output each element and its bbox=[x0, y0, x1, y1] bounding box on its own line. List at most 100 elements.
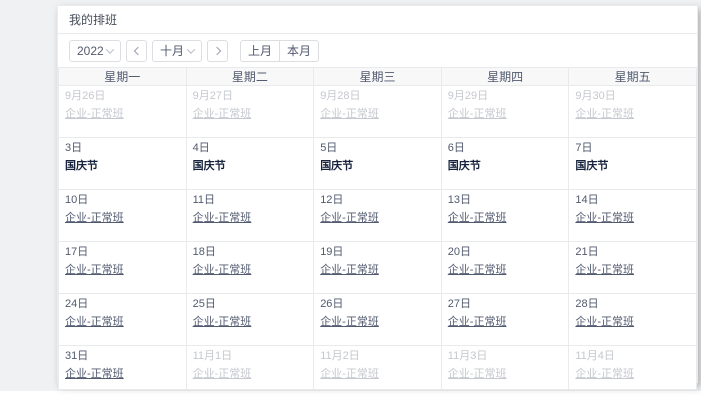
shift-link[interactable]: 企业-正常班 bbox=[575, 107, 634, 122]
calendar-day-cell[interactable]: 18日企业-正常班 bbox=[186, 242, 314, 294]
shift-link[interactable]: 企业-正常班 bbox=[193, 315, 252, 330]
day-label: 6日 bbox=[448, 141, 565, 156]
calendar-day-cell[interactable]: 3日国庆节 bbox=[59, 138, 187, 190]
day-label: 11月4日 bbox=[575, 349, 692, 364]
calendar-toolbar: 2022 十月 上月 本月 bbox=[58, 34, 697, 67]
next-month-arrow-button[interactable] bbox=[207, 40, 228, 62]
calendar-day-cell[interactable]: 4日国庆节 bbox=[186, 138, 314, 190]
shift-link[interactable]: 企业-正常班 bbox=[448, 211, 507, 226]
shift-link[interactable]: 企业-正常班 bbox=[448, 367, 507, 382]
calendar-day-cell[interactable]: 28日企业-正常班 bbox=[569, 294, 697, 346]
calendar-day-cell[interactable]: 7日国庆节 bbox=[569, 138, 697, 190]
day-label: 24日 bbox=[65, 297, 182, 312]
calendar-day-cell[interactable]: 9月28日企业-正常班 bbox=[314, 86, 442, 138]
calendar-day-cell[interactable]: 9月30日企业-正常班 bbox=[569, 86, 697, 138]
shift-link[interactable]: 企业-正常班 bbox=[575, 263, 634, 278]
day-label: 3日 bbox=[65, 141, 182, 156]
weekday-header: 星期四 bbox=[441, 68, 569, 86]
shift-link[interactable]: 企业-正常班 bbox=[65, 107, 124, 122]
prev-month-arrow-button[interactable] bbox=[126, 40, 147, 62]
chevron-down-icon bbox=[187, 45, 195, 53]
day-label: 11月2日 bbox=[320, 349, 437, 364]
shift-link[interactable]: 企业-正常班 bbox=[320, 107, 379, 122]
calendar-day-cell[interactable]: 27日企业-正常班 bbox=[441, 294, 569, 346]
holiday-label: 国庆节 bbox=[65, 159, 98, 174]
holiday-label: 国庆节 bbox=[193, 159, 226, 174]
chevron-down-icon bbox=[106, 45, 114, 53]
shift-link[interactable]: 企业-正常班 bbox=[448, 107, 507, 122]
calendar-day-cell[interactable]: 9月27日企业-正常班 bbox=[186, 86, 314, 138]
calendar-table: 星期一星期二星期三星期四星期五 9月26日企业-正常班9月27日企业-正常班9月… bbox=[58, 67, 697, 390]
calendar-day-cell[interactable]: 11月1日企业-正常班 bbox=[186, 346, 314, 390]
day-label: 10日 bbox=[65, 193, 182, 208]
day-label: 20日 bbox=[448, 245, 565, 260]
shift-link[interactable]: 企业-正常班 bbox=[575, 211, 634, 226]
day-label: 11日 bbox=[193, 193, 310, 208]
calendar-day-cell[interactable]: 10日企业-正常班 bbox=[59, 190, 187, 242]
day-label: 9月27日 bbox=[193, 89, 310, 104]
day-label: 26日 bbox=[320, 297, 437, 312]
calendar-day-cell[interactable]: 14日企业-正常班 bbox=[569, 190, 697, 242]
calendar-day-cell[interactable]: 6日国庆节 bbox=[441, 138, 569, 190]
shift-link[interactable]: 企业-正常班 bbox=[320, 211, 379, 226]
calendar-container: 星期一星期二星期三星期四星期五 9月26日企业-正常班9月27日企业-正常班9月… bbox=[58, 67, 697, 390]
calendar-day-cell[interactable]: 25日企业-正常班 bbox=[186, 294, 314, 346]
calendar-week-row: 9月26日企业-正常班9月27日企业-正常班9月28日企业-正常班9月29日企业… bbox=[59, 86, 697, 138]
weekday-header: 星期五 bbox=[569, 68, 697, 86]
calendar-day-cell[interactable]: 11月2日企业-正常班 bbox=[314, 346, 442, 390]
panel-header: 我的排班 bbox=[58, 6, 697, 34]
shift-link[interactable]: 企业-正常班 bbox=[575, 367, 634, 382]
calendar-day-cell[interactable]: 11月4日企业-正常班 bbox=[569, 346, 697, 390]
chevron-left-icon bbox=[133, 46, 141, 54]
calendar-day-cell[interactable]: 20日企业-正常班 bbox=[441, 242, 569, 294]
shift-link[interactable]: 企业-正常班 bbox=[65, 263, 124, 278]
calendar-day-cell[interactable]: 5日国庆节 bbox=[314, 138, 442, 190]
day-label: 31日 bbox=[65, 349, 182, 364]
day-label: 9月29日 bbox=[448, 89, 565, 104]
calendar-day-cell[interactable]: 17日企业-正常班 bbox=[59, 242, 187, 294]
calendar-day-cell[interactable]: 24日企业-正常班 bbox=[59, 294, 187, 346]
calendar-day-cell[interactable]: 13日企业-正常班 bbox=[441, 190, 569, 242]
page-title: 我的排班 bbox=[69, 11, 117, 28]
prev-month-button[interactable]: 上月 bbox=[240, 40, 280, 62]
shift-link[interactable]: 企业-正常班 bbox=[448, 263, 507, 278]
calendar-day-cell[interactable]: 12日企业-正常班 bbox=[314, 190, 442, 242]
day-label: 28日 bbox=[575, 297, 692, 312]
calendar-day-cell[interactable]: 21日企业-正常班 bbox=[569, 242, 697, 294]
day-label: 11月1日 bbox=[193, 349, 310, 364]
shift-link[interactable]: 企业-正常班 bbox=[320, 263, 379, 278]
shift-link[interactable]: 企业-正常班 bbox=[320, 367, 379, 382]
calendar-day-cell[interactable]: 11月3日企业-正常班 bbox=[441, 346, 569, 390]
shift-link[interactable]: 企业-正常班 bbox=[320, 315, 379, 330]
shift-link[interactable]: 企业-正常班 bbox=[65, 211, 124, 226]
shift-link[interactable]: 企业-正常班 bbox=[65, 315, 124, 330]
day-label: 14日 bbox=[575, 193, 692, 208]
weekday-header: 星期三 bbox=[314, 68, 442, 86]
calendar-day-cell[interactable]: 9月29日企业-正常班 bbox=[441, 86, 569, 138]
this-month-button[interactable]: 本月 bbox=[280, 40, 319, 62]
holiday-label: 国庆节 bbox=[320, 159, 353, 174]
day-label: 5日 bbox=[320, 141, 437, 156]
calendar-day-cell[interactable]: 9月26日企业-正常班 bbox=[59, 86, 187, 138]
day-label: 27日 bbox=[448, 297, 565, 312]
shift-link[interactable]: 企业-正常班 bbox=[65, 367, 124, 382]
year-select[interactable]: 2022 bbox=[69, 40, 121, 62]
calendar-day-cell[interactable]: 11日企业-正常班 bbox=[186, 190, 314, 242]
day-label: 13日 bbox=[448, 193, 565, 208]
weekday-header: 星期二 bbox=[186, 68, 314, 86]
calendar-day-cell[interactable]: 26日企业-正常班 bbox=[314, 294, 442, 346]
month-select[interactable]: 十月 bbox=[152, 40, 202, 62]
calendar-day-cell[interactable]: 31日企业-正常班 bbox=[59, 346, 187, 390]
shift-link[interactable]: 企业-正常班 bbox=[575, 315, 634, 330]
shift-link[interactable]: 企业-正常班 bbox=[448, 315, 507, 330]
shift-link[interactable]: 企业-正常班 bbox=[193, 263, 252, 278]
calendar-day-cell[interactable]: 19日企业-正常班 bbox=[314, 242, 442, 294]
shift-link[interactable]: 企业-正常班 bbox=[193, 107, 252, 122]
holiday-label: 国庆节 bbox=[448, 159, 481, 174]
shift-link[interactable]: 企业-正常班 bbox=[193, 211, 252, 226]
shift-link[interactable]: 企业-正常班 bbox=[193, 367, 252, 382]
day-label: 9月28日 bbox=[320, 89, 437, 104]
month-select-value: 十月 bbox=[160, 42, 184, 59]
calendar-week-row: 24日企业-正常班25日企业-正常班26日企业-正常班27日企业-正常班28日企… bbox=[59, 294, 697, 346]
day-label: 7日 bbox=[575, 141, 692, 156]
